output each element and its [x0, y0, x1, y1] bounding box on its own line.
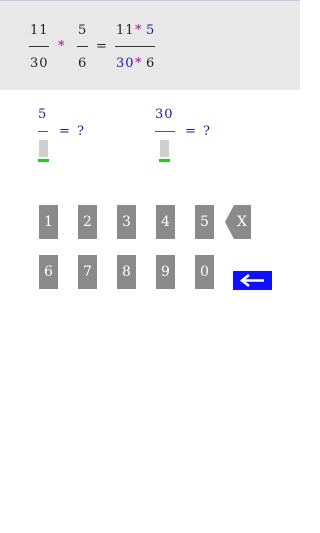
left-fraction-numerator: 11: [30, 23, 49, 38]
question-1-answer: ?: [77, 124, 85, 139]
result-denominator-right: 6: [146, 56, 156, 71]
result-numerator-right: 5: [146, 23, 156, 38]
result-denominator-left: 30: [116, 56, 135, 71]
question-2-fraction-bar: [155, 131, 175, 132]
right-fraction-denominator: 6: [78, 56, 88, 71]
result-denominator-operator: *: [135, 56, 143, 71]
key-6[interactable]: 6: [39, 255, 58, 289]
multiply-operator: *: [58, 39, 66, 54]
key-9[interactable]: 9: [156, 255, 175, 289]
left-fraction-denominator: 30: [30, 56, 49, 71]
question-2-equals: =: [185, 124, 197, 139]
question-1-numerator: 5: [38, 107, 48, 122]
result-numerator-operator: *: [135, 23, 143, 38]
equals-sign: =: [96, 39, 108, 54]
key-8[interactable]: 8: [117, 255, 136, 289]
left-fraction-bar: [29, 46, 49, 47]
result-fraction-bar: [115, 46, 155, 47]
question-2-answer-box[interactable]: [160, 140, 169, 157]
result-numerator-left: 11: [116, 23, 135, 38]
key-4[interactable]: 4: [156, 205, 175, 239]
key-0[interactable]: 0: [195, 255, 214, 289]
question-2-cursor: [159, 159, 170, 162]
key-7[interactable]: 7: [78, 255, 97, 289]
question-1-equals: =: [59, 124, 71, 139]
key-5[interactable]: 5: [195, 205, 214, 239]
question-1-cursor: [38, 159, 49, 162]
left-arrow-icon: [239, 274, 264, 287]
question-2-numerator: 30: [155, 107, 174, 122]
key-2[interactable]: 2: [78, 205, 97, 239]
right-fraction-numerator: 5: [78, 23, 88, 38]
question-1-answer-box[interactable]: [39, 140, 48, 157]
key-1[interactable]: 1: [39, 205, 58, 239]
key-3[interactable]: 3: [117, 205, 136, 239]
question-2-answer: ?: [203, 124, 211, 139]
expression-panel: 11 30 * 5 6 = 11 * 5 30 * 6: [0, 1, 300, 90]
backspace-label: X: [237, 214, 247, 230]
question-1-fraction-bar: [38, 131, 48, 132]
app-screen: 11 30 * 5 6 = 11 * 5 30 * 6 5 = ? 30 = ?…: [0, 0, 300, 533]
backspace-button[interactable]: X: [225, 205, 251, 239]
enter-button[interactable]: [233, 271, 272, 290]
right-fraction-bar: [77, 46, 88, 47]
